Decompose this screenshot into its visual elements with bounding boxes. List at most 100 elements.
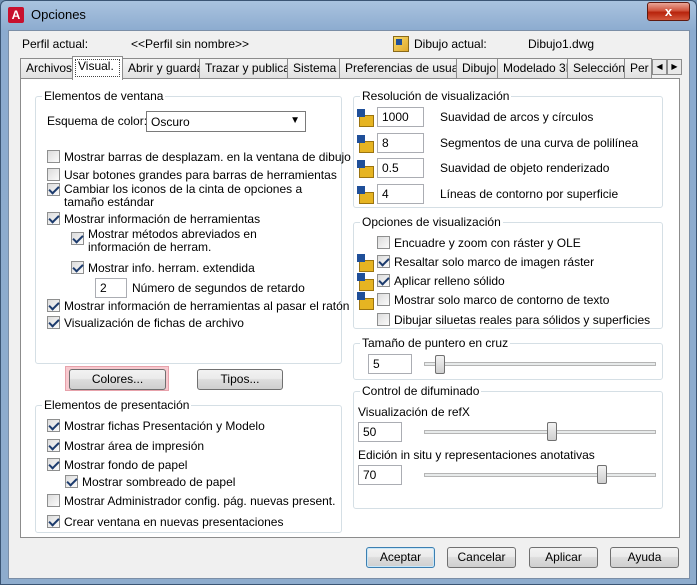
contour-lines-input[interactable]: 4 [377, 184, 424, 204]
help-button[interactable]: Ayuda [610, 547, 679, 568]
checkbox-extended-tooltips[interactable]: Mostrar info. herram. extendida [71, 260, 331, 276]
checkbox-tooltips[interactable]: Mostrar información de herramientas [47, 211, 337, 227]
xref-fade-slider-thumb[interactable] [547, 422, 557, 441]
display-resolution-title: Resolución de visualización [360, 89, 512, 103]
drawing-icon [393, 36, 409, 52]
title-bar[interactable]: A Opciones x [1, 1, 696, 29]
fade-control-group: Control de difuminado Visualización de r… [353, 384, 663, 509]
checkbox-raster-frame[interactable]: Resaltar solo marco de imagen ráster [377, 254, 657, 270]
checkbox-box[interactable] [377, 274, 390, 287]
tab-seleccion[interactable]: Selección [567, 58, 625, 78]
tab-scroll-right-icon[interactable]: ▶ [667, 59, 682, 75]
checkbox-box[interactable] [47, 150, 60, 163]
tab-abrir-guardar[interactable]: Abrir y guardar [122, 58, 200, 78]
display-resolution-group: Resolución de visualización 1000 Suavida… [353, 89, 663, 208]
checkbox-box[interactable] [377, 313, 390, 326]
fade-control-title: Control de difuminado [360, 384, 482, 398]
tab-trazar-publicar[interactable]: Trazar y publicar [199, 58, 288, 78]
checkbox-page-setup-manager[interactable]: Mostrar Administrador config. pág. nueva… [47, 493, 337, 509]
checkbox-box[interactable] [71, 261, 84, 274]
crosshair-size-track[interactable] [424, 362, 656, 366]
checkbox-tooltip-shortcuts[interactable]: Mostrar métodos abreviados en informació… [71, 227, 331, 255]
color-scheme-select[interactable]: Oscuro ▼ [146, 111, 306, 132]
tab-modelado-3d[interactable]: Modelado 3D [497, 58, 568, 78]
drawing-label: Dibujo actual: [414, 37, 487, 51]
crosshair-size-input[interactable]: 5 [368, 354, 412, 374]
polyline-segments-input[interactable]: 8 [377, 133, 424, 153]
xref-fade-label: Visualización de refX [358, 405, 470, 419]
checkbox-box[interactable] [47, 299, 60, 312]
checkbox-layout-model-tabs[interactable]: Mostrar fichas Presentación y Modelo [47, 418, 337, 434]
inplace-fade-track[interactable] [424, 473, 656, 477]
checkbox-create-viewport[interactable]: Crear ventana en nuevas presentaciones [47, 514, 337, 530]
polyline-segments-icon [357, 135, 374, 153]
checkbox-box[interactable] [377, 293, 390, 306]
checkbox-box[interactable] [71, 232, 84, 245]
checkbox-box[interactable] [377, 236, 390, 249]
checkbox-label: Mostrar información de herramientas [64, 212, 261, 226]
tab-scroll-left-icon[interactable]: ◀ [652, 59, 667, 75]
ok-button[interactable]: Aceptar [366, 547, 435, 568]
delay-seconds-input[interactable]: 2 [95, 278, 127, 298]
tab-archivos[interactable]: Archivos [20, 58, 73, 78]
checkbox-label: Mostrar info. herram. extendida [88, 261, 255, 275]
tab-sistema[interactable]: Sistema [287, 58, 340, 78]
checkbox-box[interactable] [65, 475, 78, 488]
checkbox-printable-area[interactable]: Mostrar área de impresión [47, 438, 337, 454]
xref-fade-track[interactable] [424, 430, 656, 434]
checkbox-box[interactable] [377, 255, 390, 268]
render-smoothness-input[interactable]: 0.5 [377, 158, 424, 178]
drawing-value: Dibujo1.dwg [528, 37, 595, 51]
close-button[interactable]: x [647, 2, 690, 21]
tab-preferencias-usuario[interactable]: Preferencias de usuario [339, 58, 457, 78]
checkbox-box[interactable] [47, 212, 60, 225]
checkbox-box[interactable] [47, 183, 60, 196]
checkbox-paper-background[interactable]: Mostrar fondo de papel [47, 457, 337, 473]
checkbox-label: Mostrar solo marco de contorno de texto [394, 293, 610, 307]
tab-visual[interactable]: Visual. [72, 56, 123, 80]
checkbox-box[interactable] [47, 419, 60, 432]
checkbox-file-tabs[interactable]: Visualización de fichas de archivo [47, 315, 337, 331]
checkbox-box[interactable] [47, 494, 60, 507]
apply-button[interactable]: Aplicar [529, 547, 598, 568]
checkbox-box[interactable] [47, 458, 60, 471]
fonts-button[interactable]: Tipos... [197, 369, 283, 390]
display-performance-title: Opciones de visualización [360, 215, 503, 229]
checkbox-label: Mostrar información de herramientas al p… [64, 299, 350, 313]
dialog-client-area: Perfil actual: <<Perfil sin nombre>> Dib… [8, 30, 690, 579]
checkbox-ribbon-icons[interactable]: Cambiar los iconos de la cinta de opcion… [47, 182, 337, 210]
checkbox-large-buttons[interactable]: Usar botones grandes para barras de herr… [47, 167, 337, 183]
contour-lines-label: Líneas de contorno por superficie [440, 187, 619, 201]
checkbox-silhouettes[interactable]: Dibujar siluetas reales para sólidos y s… [377, 312, 657, 328]
cancel-button[interactable]: Cancelar [447, 547, 516, 568]
checkbox-solid-fill[interactable]: Aplicar relleno sólido [377, 273, 657, 289]
color-scheme-label: Esquema de color: [47, 114, 148, 128]
checkbox-box[interactable] [47, 515, 60, 528]
inplace-fade-input[interactable]: 70 [358, 465, 402, 485]
checkbox-pan-zoom-raster[interactable]: Encuadre y zoom con ráster y OLE [377, 235, 657, 251]
checkbox-label: Dibujar siluetas reales para sólidos y s… [394, 313, 651, 327]
xref-fade-input[interactable]: 50 [358, 422, 402, 442]
crosshair-size-slider-thumb[interactable] [435, 355, 445, 374]
checkbox-rollover-tooltips[interactable]: Mostrar información de herramientas al p… [47, 298, 349, 314]
layout-elements-group: Elementos de presentación Mostrar fichas… [35, 398, 342, 533]
checkbox-box[interactable] [47, 168, 60, 181]
options-dialog: A Opciones x Perfil actual: <<Perfil sin… [0, 0, 697, 585]
checkbox-label: Mostrar Administrador config. pág. nueva… [64, 494, 336, 508]
checkbox-box[interactable] [47, 316, 60, 329]
tab-dibujo[interactable]: Dibujo [456, 58, 498, 78]
colors-button[interactable]: Colores... [69, 369, 166, 390]
arc-smoothness-input[interactable]: 1000 [377, 107, 424, 127]
checkbox-scrollbars[interactable]: Mostrar barras de desplazam. en la venta… [47, 149, 351, 165]
solid-fill-icon [357, 273, 374, 291]
checkbox-text-frame[interactable]: Mostrar solo marco de contorno de texto [377, 292, 657, 308]
checkbox-label: Resaltar solo marco de imagen ráster [394, 255, 595, 269]
checkbox-box[interactable] [47, 439, 60, 452]
checkbox-label: Encuadre y zoom con ráster y OLE [394, 236, 581, 250]
inplace-fade-slider-thumb[interactable] [597, 465, 607, 484]
tab-perfiles-partial[interactable]: Per [624, 58, 652, 78]
layout-elements-title: Elementos de presentación [42, 398, 192, 412]
checkbox-label: Aplicar relleno sólido [394, 274, 505, 288]
checkbox-label: Mostrar fondo de papel [64, 458, 188, 472]
checkbox-paper-shadow[interactable]: Mostrar sombreado de papel [65, 474, 335, 490]
